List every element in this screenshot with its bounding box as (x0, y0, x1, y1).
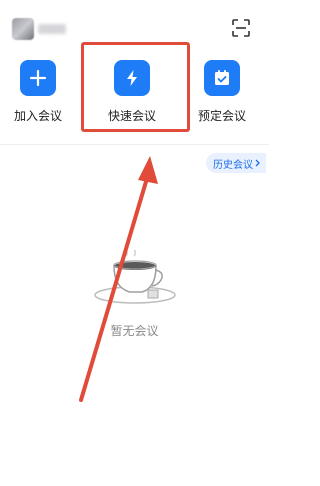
join-meeting-label: 加入会议 (13, 109, 62, 123)
schedule-meeting-label: 预定会议 (197, 109, 246, 123)
join-meeting-button[interactable]: 加入会议 (3, 60, 73, 126)
schedule-meeting-button[interactable]: 预定会议 (187, 60, 257, 126)
plus-icon (20, 60, 56, 96)
username-redacted (38, 24, 66, 34)
calendar-check-icon (204, 60, 240, 96)
chevron-right-icon (255, 159, 260, 167)
coffee-cup-icon (92, 247, 178, 310)
divider (0, 144, 269, 145)
user-avatar[interactable] (12, 18, 34, 40)
annotation-highlight-box (81, 42, 190, 132)
empty-state-message: 暂无会议 (110, 324, 159, 338)
history-meetings-label: 历史会议 (213, 160, 253, 171)
history-meetings-button[interactable]: 历史会议 (206, 153, 266, 173)
scan-icon[interactable] (232, 19, 250, 37)
